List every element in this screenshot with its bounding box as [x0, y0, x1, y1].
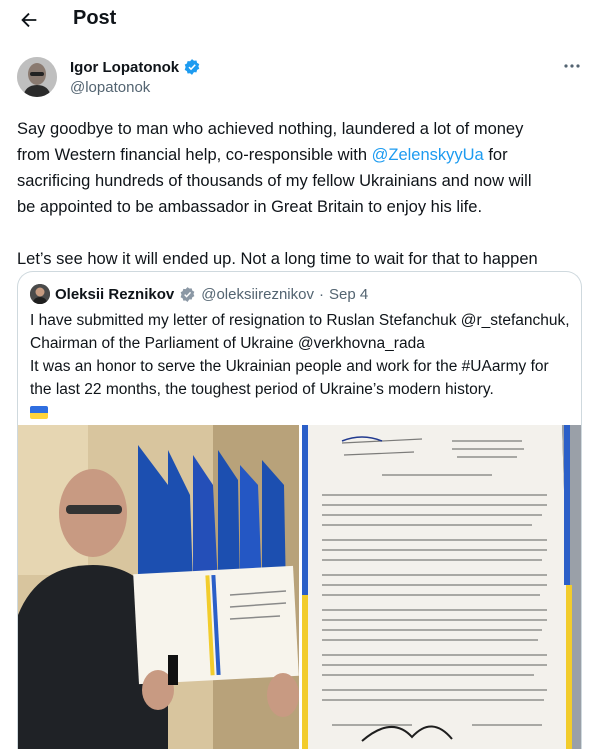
arrow-left-icon — [21, 12, 37, 28]
quoted-tweet[interactable]: Oleksii Reznikov @oleksiireznikov · Sep … — [17, 271, 582, 749]
tweet-line: Say goodbye to man who achieved nothing,… — [17, 120, 524, 138]
photo-resignation-letter[interactable] — [302, 425, 581, 749]
photo-image — [18, 425, 299, 749]
quoted-line: Chairman of the Parliament of Ukraine @v… — [30, 335, 425, 352]
quoted-line: It was an honor to serve the Ukrainian p… — [30, 358, 549, 375]
quoted-date: Sep 4 — [328, 285, 369, 303]
tweet-line-part: for — [483, 146, 508, 164]
separator-dot: · — [318, 285, 324, 303]
top-bar: Post — [0, 0, 594, 40]
photo-image — [302, 425, 581, 749]
author-name-row[interactable]: Igor Lopatonok — [70, 58, 201, 76]
quoted-line: the last 22 months, the toughest period … — [30, 381, 494, 398]
more-dots-icon — [564, 64, 580, 68]
author-handle[interactable]: @lopatonok — [70, 79, 150, 96]
author-name[interactable]: Igor Lopatonok — [70, 59, 179, 76]
quoted-avatar — [30, 284, 50, 304]
quoted-author-name: Oleksii Reznikov — [55, 285, 175, 303]
tweet-line: be appointed to be ambassador in Great B… — [17, 198, 483, 216]
quoted-tweet-text: I have submitted my letter of resignatio… — [30, 309, 575, 426]
tweet-text: Say goodbye to man who achieved nothing,… — [17, 116, 587, 272]
quoted-author-handle: @oleksiireznikov — [201, 285, 314, 303]
ukraine-flag-icon — [30, 406, 48, 419]
avatar-image — [17, 57, 57, 97]
verified-badge-icon — [180, 286, 195, 302]
avatar[interactable] — [17, 57, 57, 97]
tweet-line: sacrificing hundreds of thousands of my … — [17, 172, 532, 190]
quoted-line: I have submitted my letter of resignatio… — [30, 312, 570, 329]
back-button[interactable] — [14, 6, 44, 34]
tweet-line: from Western financial help, co-responsi… — [17, 142, 587, 168]
page-title: Post — [73, 7, 117, 29]
tweet-line-part: from Western financial help, co-responsi… — [17, 146, 372, 164]
photo-minister-with-letter[interactable] — [18, 425, 299, 749]
tweet-line: Let’s see how it will ended up. Not a lo… — [17, 250, 538, 268]
quoted-tweet-header: Oleksii Reznikov @oleksiireznikov · Sep … — [30, 284, 368, 304]
quoted-avatar-image — [30, 284, 50, 304]
mention-zelenskyy-link[interactable]: @ZelenskyyUa — [372, 146, 484, 164]
verified-badge-icon — [184, 59, 200, 75]
more-button[interactable] — [562, 58, 582, 74]
